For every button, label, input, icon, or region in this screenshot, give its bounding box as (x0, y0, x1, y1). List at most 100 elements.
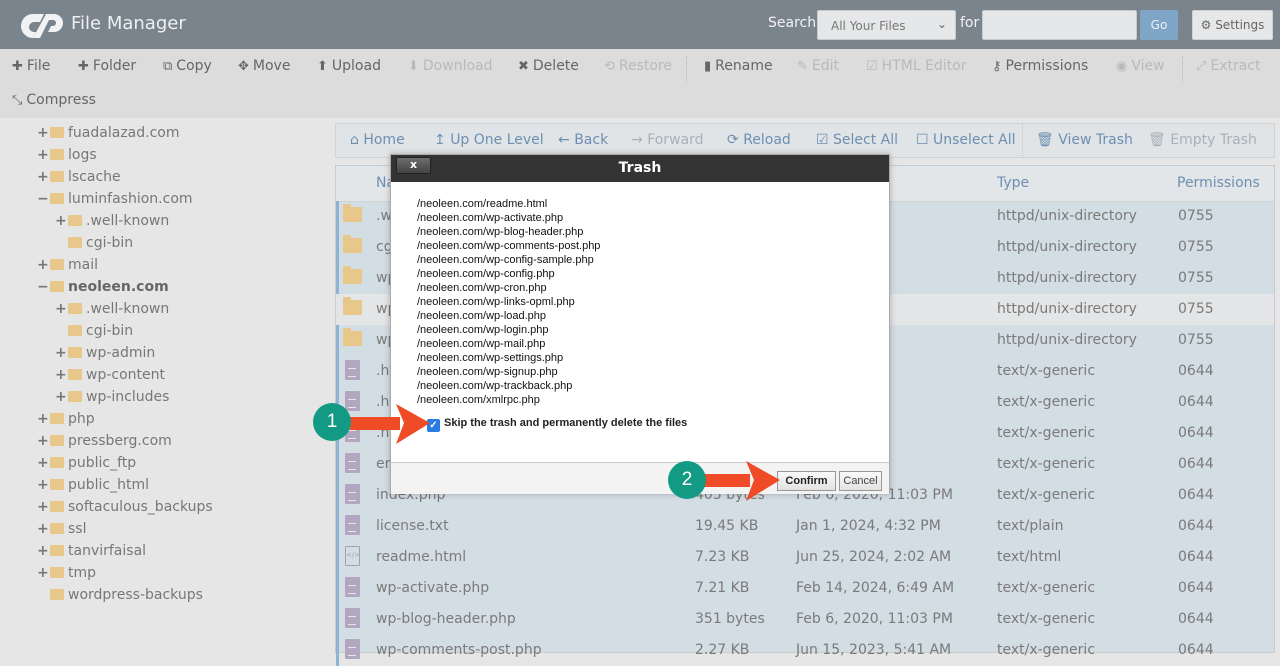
directory-tree: + fuadalazad.com + logs + lscache − luminfashio… (0, 118, 335, 653)
toolbar-divider (1182, 56, 1183, 82)
tree-item[interactable]: + softaculous_backups (37, 497, 213, 517)
file-type: text/x-generic (997, 611, 1096, 627)
tree-item-label: public_ftp (68, 455, 137, 471)
expand-icon[interactable]: + (55, 343, 67, 363)
expand-icon[interactable]: + (37, 431, 49, 451)
extract-button[interactable]: ⤢ Extract (1196, 58, 1261, 74)
download-button[interactable]: ⬇ Download (408, 58, 493, 74)
table-row[interactable]: </> readme.html 7.23 KB Jun 25, 2024, 2:02 … (336, 542, 1274, 573)
folder-icon (50, 435, 64, 446)
back-button[interactable]: ← Back (558, 132, 608, 148)
tree-item[interactable]: + .well-known (55, 299, 169, 319)
expand-icon[interactable]: + (55, 299, 67, 319)
folder-icon (50, 193, 64, 204)
expand-icon[interactable]: + (37, 123, 49, 143)
expand-icon[interactable]: + (55, 387, 67, 407)
restore-button[interactable]: ⟲ Restore (604, 58, 672, 74)
expand-icon[interactable]: + (37, 475, 49, 495)
tree-item[interactable]: + wp-includes (55, 387, 169, 407)
table-row[interactable]: wp-activate.php 7.21 KB Feb 14, 2024, 6:49… (336, 573, 1274, 604)
table-row[interactable]: wp-blog-header.php 351 bytes Feb 6, 2020, … (336, 604, 1274, 635)
label: View (1131, 58, 1165, 74)
tree-item[interactable]: + tanvirfaisal (37, 541, 146, 561)
view-button[interactable]: ◉ View (1116, 58, 1165, 74)
file-type: text/x-generic (997, 394, 1096, 410)
compress-button[interactable]: ⤡ Compress (12, 92, 96, 108)
tree-item-label: neoleen.com (68, 279, 169, 295)
forward-button[interactable]: → Forward (631, 132, 704, 148)
navigation-bar: ⌂ Home ↥ Up One Level ← Back → Forward ⟳… (335, 123, 1275, 158)
move-button[interactable]: ✥ Move (238, 58, 290, 74)
delete-button[interactable]: ✖ Delete (518, 58, 579, 74)
tree-item[interactable]: + public_ftp (37, 453, 136, 473)
column-permissions[interactable]: Permissions (1177, 175, 1260, 191)
tree-item[interactable]: − neoleen.com (37, 277, 169, 297)
tree-item[interactable]: + tmp (37, 563, 96, 583)
select-all-button[interactable]: ☑ Select All (816, 132, 898, 148)
tree-item[interactable]: + .well-known (55, 211, 169, 231)
file-name: wp-comments-post.php (376, 642, 542, 658)
unselect-all-button[interactable]: ☐ Unselect All (916, 132, 1016, 148)
confirm-button[interactable]: Confirm (777, 471, 836, 491)
expand-icon[interactable]: + (37, 409, 49, 429)
copy-button[interactable]: ⧉ Copy (163, 58, 212, 74)
column-type[interactable]: Type (997, 175, 1029, 191)
file-type: text/x-generic (997, 642, 1096, 658)
tree-item[interactable]: + fuadalazad.com (37, 123, 179, 143)
rename-button[interactable]: ▮ Rename (704, 58, 773, 74)
settings-label: Settings (1215, 18, 1265, 32)
file-type: text/html (997, 549, 1062, 565)
trash-path-item: /neoleen.com/wp-config.php (417, 268, 555, 280)
label: Permissions (1005, 58, 1089, 74)
go-button[interactable]: Go (1140, 10, 1178, 40)
expand-icon[interactable]: + (37, 497, 49, 517)
expand-icon[interactable]: + (37, 519, 49, 539)
expand-icon[interactable]: + (37, 541, 49, 561)
tree-item[interactable]: + public_html (37, 475, 149, 495)
tree-item[interactable]: + ssl (37, 519, 86, 539)
tree-item[interactable]: + pressberg.com (37, 431, 172, 451)
collapse-icon[interactable]: − (37, 277, 49, 297)
document-icon (345, 608, 360, 628)
expand-icon[interactable]: + (37, 453, 49, 473)
download-icon: ⬇ (408, 59, 419, 74)
tree-item-label: logs (68, 147, 97, 163)
expand-icon[interactable]: + (55, 365, 67, 385)
tree-item-label: cgi-bin (86, 323, 134, 339)
expand-icon[interactable]: + (55, 211, 67, 231)
search-input[interactable] (982, 10, 1137, 40)
settings-button[interactable]: ⚙ Settings (1192, 10, 1273, 40)
tree-item[interactable]: + php (37, 409, 95, 429)
empty-trash-button[interactable]: 🗑 Empty Trash (1148, 132, 1257, 148)
tree-item[interactable]: + mail (37, 255, 98, 275)
up-one-level-button[interactable]: ↥ Up One Level (434, 132, 544, 148)
tree-item[interactable]: + wp-content (55, 365, 165, 385)
table-row[interactable]: wp-comments-post.php 2.27 KB Jun 15, 2023,… (336, 635, 1274, 666)
new-folder-button[interactable]: ✚ Folder (78, 58, 136, 74)
table-row[interactable]: license.txt 19.45 KB Jan 1, 2024, 4:32 PM t… (336, 511, 1274, 542)
view-trash-button[interactable]: 🗑 View Trash (1036, 132, 1133, 148)
reload-button[interactable]: ⟳ Reload (727, 132, 791, 148)
new-file-button[interactable]: ✚ File (12, 58, 50, 74)
tree-item[interactable]: wordpress-backups (37, 585, 203, 605)
cancel-button[interactable]: Cancel (839, 471, 882, 491)
edit-button[interactable]: ✎ Edit (797, 58, 839, 74)
expand-icon[interactable]: + (37, 255, 49, 275)
tree-item[interactable]: cgi-bin (55, 321, 133, 341)
tree-item[interactable]: + logs (37, 145, 97, 165)
expand-icon[interactable]: + (37, 563, 49, 583)
tree-item[interactable]: cgi-bin (55, 233, 133, 253)
html-editor-button[interactable]: ☑ HTML Editor (866, 58, 967, 74)
tree-item[interactable]: − luminfashion.com (37, 189, 193, 209)
collapse-icon[interactable]: − (37, 189, 49, 209)
home-button[interactable]: ⌂ Home (350, 132, 405, 148)
document-icon (345, 484, 360, 504)
permissions-button[interactable]: ⚷ Permissions (992, 58, 1088, 74)
tree-item[interactable]: + wp-admin (55, 343, 155, 363)
expand-icon[interactable]: + (37, 145, 49, 165)
upload-button[interactable]: ⬆ Upload (317, 58, 381, 74)
tree-item[interactable]: + lscache (37, 167, 121, 187)
expand-icon[interactable]: + (37, 167, 49, 187)
skip-trash-checkbox[interactable]: ✓ Skip the trash and permanently delete t… (427, 417, 687, 432)
search-scope-select[interactable]: All Your Files ⌄ (817, 10, 956, 40)
